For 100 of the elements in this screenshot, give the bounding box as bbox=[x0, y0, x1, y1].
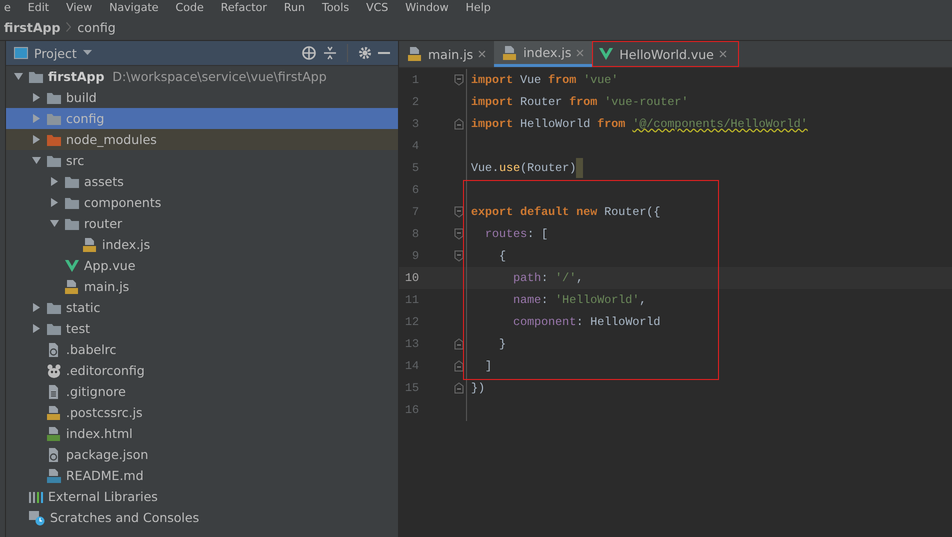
tree-item[interactable]: index.js bbox=[6, 234, 398, 255]
tree-item[interactable]: App.vue bbox=[6, 255, 398, 276]
folder-icon bbox=[46, 112, 62, 126]
tree-item[interactable]: components bbox=[6, 192, 398, 213]
tree-item[interactable]: package.json bbox=[6, 444, 398, 465]
folder-icon bbox=[46, 322, 62, 336]
html-file-icon bbox=[46, 426, 62, 442]
collapsed-arrow-icon[interactable] bbox=[32, 324, 40, 333]
markdown-file-icon bbox=[46, 468, 62, 484]
caret-icon bbox=[82, 50, 92, 56]
vue-logo-icon bbox=[598, 47, 614, 61]
menu-item[interactable]: Navigate bbox=[109, 0, 159, 14]
menu-item[interactable]: Window bbox=[405, 0, 449, 14]
fold-icon[interactable] bbox=[454, 74, 464, 86]
fold-icon[interactable] bbox=[454, 228, 464, 240]
editor-tab[interactable]: main.js bbox=[399, 41, 494, 67]
tree-item[interactable]: firstApp D:\workspace\service\vue\firstApp bbox=[6, 66, 398, 87]
editor-tab[interactable]: HelloWorld.vue bbox=[592, 41, 739, 67]
collapsed-arrow-icon[interactable] bbox=[50, 198, 58, 207]
chevron-icon bbox=[66, 22, 72, 32]
tree-item[interactable]: .editorconfig bbox=[6, 360, 398, 381]
fold-icon[interactable] bbox=[454, 338, 464, 350]
code-line: }) bbox=[471, 381, 486, 395]
line-number: 4 bbox=[410, 139, 419, 153]
line-number: 16 bbox=[404, 403, 419, 417]
tree-item-label: test bbox=[66, 321, 90, 336]
code-line: Vue.use(Router) bbox=[471, 161, 576, 175]
line-number: 5 bbox=[410, 161, 419, 175]
tree-item[interactable]: static bbox=[6, 297, 398, 318]
code-line: path: '/', bbox=[512, 271, 584, 285]
tree-item-label: src bbox=[66, 153, 84, 168]
code-line: name: 'HelloWorld', bbox=[512, 293, 646, 307]
menu-item[interactable]: e bbox=[4, 0, 11, 14]
close-icon[interactable] bbox=[576, 48, 584, 56]
mouse-icon bbox=[46, 362, 62, 378]
settings-icon[interactable] bbox=[358, 46, 372, 60]
tree-item[interactable]: assets bbox=[6, 171, 398, 192]
tree-item[interactable]: node_modules bbox=[6, 129, 398, 150]
collapsed-arrow-icon[interactable] bbox=[50, 177, 58, 186]
tree-item[interactable]: .gitignore bbox=[6, 381, 398, 402]
line-number: 1 bbox=[410, 73, 419, 87]
menu-item[interactable]: Code bbox=[176, 0, 204, 14]
project-view-dropdown[interactable]: Project bbox=[14, 46, 92, 60]
tree-item-label: index.js bbox=[102, 237, 150, 252]
tree-item[interactable]: test bbox=[6, 318, 398, 339]
line-number: 7 bbox=[410, 205, 419, 219]
tree-item[interactable]: .postcssrc.js bbox=[6, 402, 398, 423]
code-line: import Vue from 'vue' bbox=[471, 73, 618, 87]
expanded-arrow-icon[interactable] bbox=[50, 219, 58, 228]
expanded-arrow-icon[interactable] bbox=[32, 156, 40, 165]
menu-item[interactable]: Refactor bbox=[220, 0, 267, 14]
tree-item[interactable]: README.md bbox=[6, 465, 398, 486]
tree-item[interactable]: router bbox=[6, 213, 398, 234]
close-icon[interactable] bbox=[478, 50, 486, 58]
breadcrumb-item[interactable]: firstApp bbox=[4, 20, 60, 34]
editor-tab[interactable]: index.js bbox=[494, 41, 592, 67]
collapsed-arrow-icon[interactable] bbox=[32, 93, 40, 102]
tree-item-label: firstApp bbox=[48, 69, 104, 84]
crosshair-icon[interactable] bbox=[301, 45, 317, 61]
menu-item[interactable]: Help bbox=[466, 0, 491, 14]
tree-item[interactable]: Scratches and Consoles bbox=[6, 507, 398, 528]
fold-icon[interactable] bbox=[454, 382, 464, 394]
menu-item[interactable]: VCS bbox=[366, 0, 388, 14]
menu-item[interactable]: View bbox=[66, 0, 92, 14]
folder-icon bbox=[64, 196, 80, 210]
fold-icon[interactable] bbox=[454, 118, 464, 130]
js-file-icon bbox=[46, 404, 62, 420]
tree-item[interactable]: .babelrc bbox=[6, 339, 398, 360]
breadcrumb-item[interactable]: config bbox=[77, 20, 116, 34]
minimize-icon[interactable] bbox=[378, 51, 390, 55]
collapsed-arrow-icon[interactable] bbox=[32, 303, 40, 312]
fold-icon[interactable] bbox=[454, 360, 464, 372]
tree-item[interactable]: External Libraries bbox=[6, 486, 398, 507]
folder-icon bbox=[46, 132, 62, 146]
collapsed-arrow-icon[interactable] bbox=[32, 135, 40, 144]
tree-item[interactable]: src bbox=[6, 150, 398, 171]
menu-item[interactable]: Edit bbox=[28, 0, 50, 14]
tree-item[interactable]: index.html bbox=[6, 423, 398, 444]
menu-item[interactable]: Run bbox=[284, 0, 305, 14]
tree-item[interactable]: build bbox=[6, 87, 398, 108]
tree-item-label: main.js bbox=[84, 279, 130, 294]
close-icon[interactable] bbox=[718, 50, 727, 58]
fold-icon[interactable] bbox=[454, 206, 464, 218]
js-file-icon bbox=[64, 278, 80, 294]
expanded-arrow-icon[interactable] bbox=[14, 72, 22, 81]
tree-item-label: External Libraries bbox=[48, 489, 158, 504]
folder-icon bbox=[28, 70, 44, 84]
tree-item-label: .gitignore bbox=[66, 384, 126, 399]
tree-item-label: node_modules bbox=[66, 132, 157, 147]
fold-icon[interactable] bbox=[454, 250, 464, 262]
tree-item[interactable]: main.js bbox=[6, 276, 398, 297]
folder-icon bbox=[64, 174, 80, 188]
collapse-all-icon[interactable] bbox=[323, 45, 337, 61]
code-line: import HelloWorld from '@/components/HelloWorld' bbox=[471, 117, 808, 131]
code-line: { bbox=[498, 249, 506, 263]
menu-item[interactable]: Tools bbox=[322, 0, 350, 14]
line-number: 12 bbox=[404, 315, 419, 329]
code-line: import Router from 'vue-router' bbox=[471, 95, 688, 109]
tree-item-label: config bbox=[66, 111, 104, 126]
line-number: 2 bbox=[410, 95, 419, 109]
